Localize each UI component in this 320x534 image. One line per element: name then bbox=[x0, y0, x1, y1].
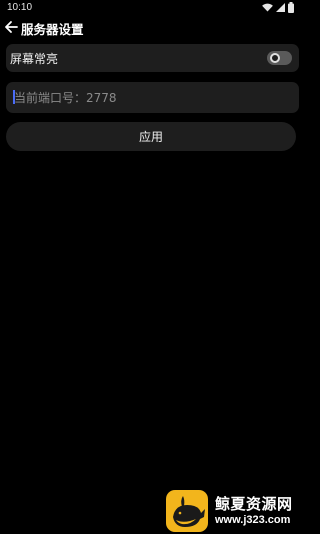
whale-logo-icon bbox=[166, 490, 208, 532]
signal-icon bbox=[276, 3, 285, 12]
text-caret bbox=[13, 90, 15, 104]
status-icons bbox=[262, 2, 294, 13]
watermark: 鲸夏资源网 www.j323.com bbox=[165, 490, 300, 534]
watermark-name: 鲸夏资源网 bbox=[215, 495, 293, 513]
screen-on-label: 屏幕常亮 bbox=[10, 52, 59, 66]
screen-on-setting: 屏幕常亮 bbox=[6, 44, 299, 72]
app-bar: 服务器设置 bbox=[0, 16, 300, 38]
toggle-knob bbox=[270, 53, 280, 63]
wifi-icon bbox=[262, 3, 273, 12]
status-time: 10:10 bbox=[7, 2, 33, 13]
battery-icon bbox=[288, 2, 294, 13]
screen-on-toggle[interactable] bbox=[267, 51, 292, 65]
status-bar: 10:10 bbox=[0, 0, 300, 16]
page-title: 服务器设置 bbox=[21, 22, 84, 37]
apply-button[interactable]: 应用 bbox=[6, 122, 296, 151]
port-input[interactable] bbox=[6, 82, 299, 113]
arrow-left-icon[interactable] bbox=[4, 20, 18, 34]
port-field bbox=[6, 82, 299, 113]
watermark-url: www.j323.com bbox=[215, 514, 291, 526]
